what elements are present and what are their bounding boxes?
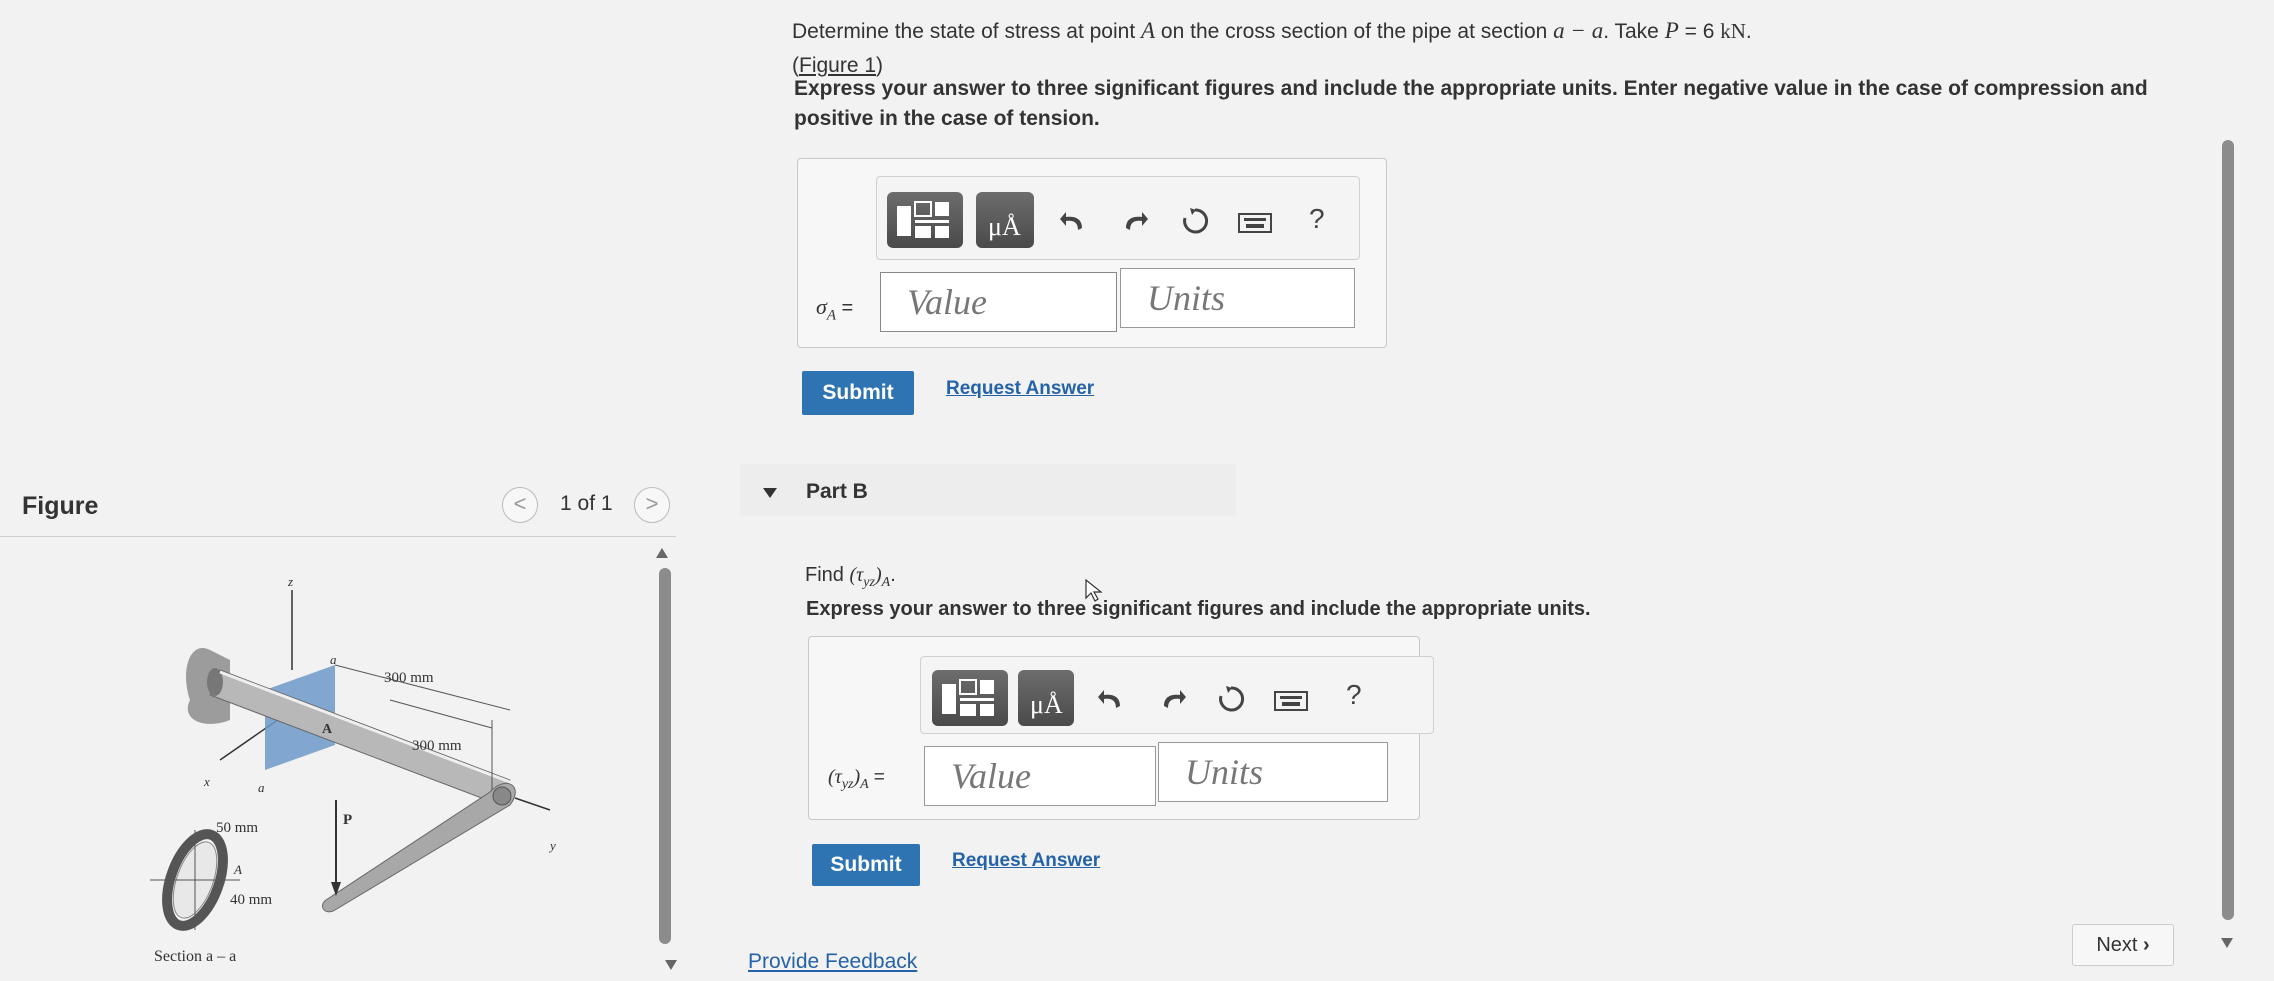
- pipe-body: [209, 669, 511, 806]
- label-a-top: a: [330, 652, 337, 667]
- scroll-down-arrow[interactable]: [664, 958, 678, 972]
- collapse-arrow-icon[interactable]: [762, 486, 778, 504]
- part-b-request-answer-link[interactable]: Request Answer: [952, 850, 1100, 872]
- page-scrollbar[interactable]: [2222, 140, 2234, 920]
- pipe-figure: [150, 590, 551, 931]
- figure-next-button[interactable]: >: [634, 487, 670, 523]
- next-button[interactable]: Next ›: [2072, 924, 2174, 966]
- undo-icon[interactable]: [1096, 684, 1126, 720]
- part-a-value-input[interactable]: Value: [880, 272, 1117, 332]
- redo-icon[interactable]: [1120, 206, 1150, 242]
- label-300mm-1: 300 mm: [384, 670, 434, 686]
- label-a-bottom: a: [258, 780, 265, 795]
- units-button[interactable]: μÅ: [976, 192, 1034, 248]
- question-text: Determine the state of stress at point A…: [792, 18, 1752, 43]
- undo-icon[interactable]: [1058, 206, 1088, 242]
- part-a-units-input[interactable]: Units: [1120, 268, 1355, 328]
- tau-yz-a-label: (τyz)A =: [828, 766, 885, 792]
- figure-counter: 1 of 1: [560, 492, 613, 515]
- templates-icon: [942, 679, 994, 716]
- redo-icon[interactable]: [1158, 684, 1188, 720]
- dim-line-2: [389, 699, 493, 729]
- crank-arm: [322, 782, 516, 913]
- units-icon: μÅ: [1030, 690, 1063, 719]
- part-b-instruction: Express your answer to three significant…: [806, 598, 1591, 620]
- chevron-right-icon: ›: [2143, 934, 2150, 956]
- part-a-instruction: Express your answer to three significant…: [794, 77, 2148, 130]
- figure-title: Figure: [22, 492, 99, 520]
- figure-scrollbar[interactable]: [659, 568, 671, 944]
- page-scroll-down-arrow[interactable]: [2220, 936, 2234, 954]
- units-button-b[interactable]: μÅ: [1018, 670, 1074, 726]
- label-40mm: 40 mm: [230, 892, 273, 908]
- part-b-submit-button[interactable]: Submit: [812, 844, 920, 886]
- scroll-up-arrow[interactable]: [655, 546, 669, 560]
- units-icon: μÅ: [988, 212, 1021, 241]
- y-axis: [514, 797, 551, 811]
- reset-icon[interactable]: [1180, 206, 1210, 242]
- sigma-a-label: σA =: [816, 294, 854, 324]
- figure-divider: [0, 536, 676, 537]
- reset-icon[interactable]: [1216, 684, 1246, 720]
- part-a-submit-button[interactable]: Submit: [802, 371, 914, 415]
- label-y: y: [550, 838, 556, 853]
- mouse-cursor-icon: [1085, 578, 1103, 602]
- label-section-a: A: [234, 862, 242, 877]
- section-caption: Section a – a: [154, 948, 237, 965]
- templates-icon: [897, 201, 949, 238]
- label-p: P: [343, 812, 353, 828]
- figure-prev-button[interactable]: <: [502, 487, 538, 523]
- part-b-value-input[interactable]: Value: [924, 746, 1156, 806]
- help-icon[interactable]: ?: [1346, 680, 1362, 710]
- help-icon[interactable]: ?: [1309, 204, 1325, 234]
- part-b-title: Part B: [806, 480, 868, 503]
- templates-button[interactable]: [887, 192, 963, 248]
- label-z: z: [288, 574, 294, 589]
- label-x: x: [204, 774, 210, 789]
- part-a-request-answer-link[interactable]: Request Answer: [946, 378, 1094, 400]
- provide-feedback-link[interactable]: Provide Feedback: [748, 950, 917, 974]
- label-point-a: A: [322, 722, 333, 737]
- label-300mm-2: 300 mm: [412, 738, 462, 754]
- part-b-units-input[interactable]: Units: [1158, 742, 1388, 802]
- label-50mm: 50 mm: [216, 820, 259, 836]
- keyboard-icon[interactable]: [1238, 210, 1272, 240]
- templates-button-b[interactable]: [932, 670, 1008, 726]
- keyboard-icon[interactable]: [1274, 688, 1308, 718]
- part-b-find-text: Find (τyz)A.: [805, 564, 896, 590]
